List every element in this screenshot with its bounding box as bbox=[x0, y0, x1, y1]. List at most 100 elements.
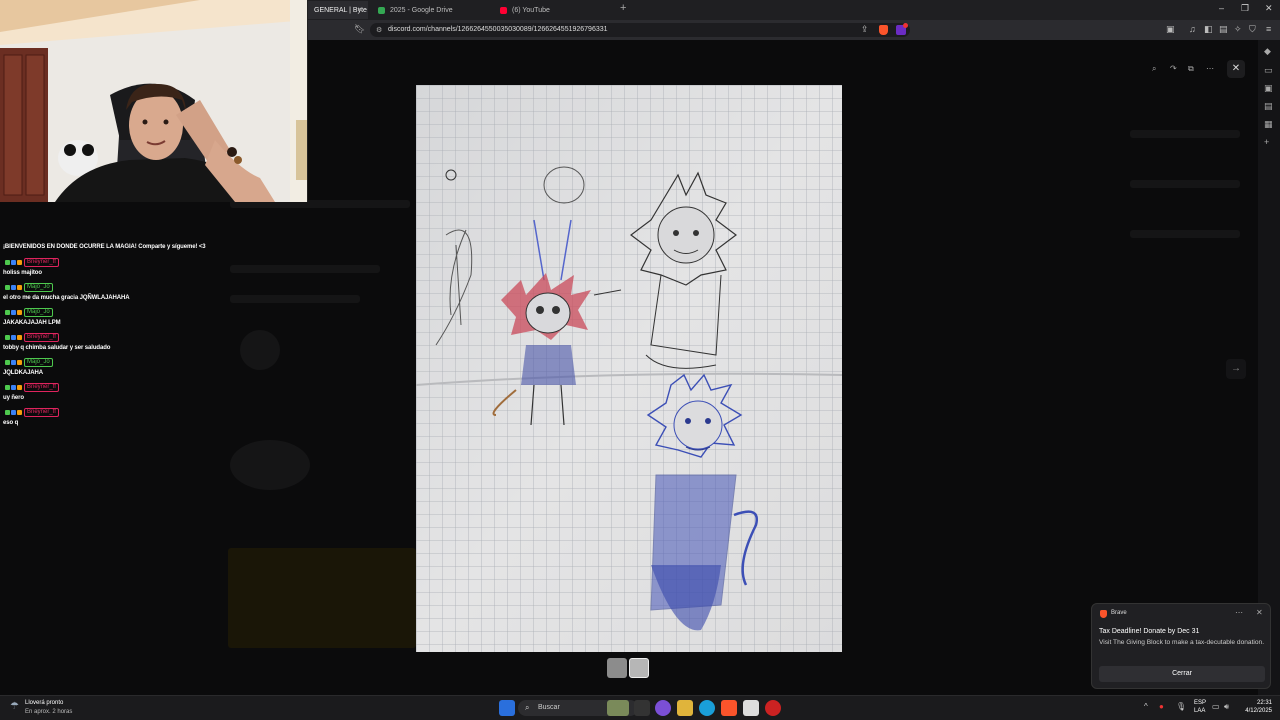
chat-username-row: Majo_Jo bbox=[5, 308, 53, 317]
brave-shields-icon[interactable] bbox=[879, 25, 888, 35]
vpn-icon[interactable]: ⛉ bbox=[1249, 24, 1256, 35]
forward-icon[interactable]: ↷ bbox=[1170, 64, 1177, 73]
volume-icon[interactable]: 🔊︎ bbox=[1224, 702, 1229, 712]
copilot-icon[interactable] bbox=[655, 700, 671, 716]
language-indicator[interactable]: ESP bbox=[1194, 700, 1206, 706]
chat-username: Bneyner_ff bbox=[24, 333, 59, 342]
badge-icon bbox=[11, 385, 16, 390]
close-icon[interactable]: ✕ bbox=[1256, 608, 1263, 617]
leo-icon[interactable]: ◆ bbox=[1264, 46, 1271, 57]
chat-message: eso q bbox=[3, 420, 19, 426]
bookmark-icon[interactable]: 🔖︎ bbox=[354, 24, 365, 35]
chat-message: holiss majitoo bbox=[3, 270, 42, 276]
network-icon[interactable]: ▭ bbox=[1212, 702, 1220, 711]
url-text: discord.com/channels/1266264550035030089… bbox=[388, 26, 608, 33]
next-image-button[interactable]: → bbox=[1226, 359, 1246, 379]
new-tab-button[interactable]: + bbox=[620, 2, 626, 14]
chat-username: Majo_Jo bbox=[24, 308, 53, 317]
tab-general[interactable]: GENERAL | Byte × bbox=[308, 1, 368, 19]
share-icon[interactable]: ⇪ bbox=[861, 24, 869, 35]
tab-google-drive[interactable]: 2025 - Google Drive bbox=[372, 1, 494, 19]
close-tab-icon[interactable]: × bbox=[357, 5, 362, 14]
chat-username-row: Bneyner_ff bbox=[5, 383, 59, 392]
badge-icon bbox=[17, 285, 22, 290]
tray-app-icon[interactable]: ● bbox=[1159, 702, 1164, 711]
chat-username-row: Bneyner_ff bbox=[5, 408, 59, 417]
tab-youtube[interactable]: (6) YouTube bbox=[494, 1, 616, 19]
file-explorer-icon[interactable] bbox=[677, 700, 693, 716]
edge-icon[interactable] bbox=[699, 700, 715, 716]
microphone-icon[interactable]: 🎙︎ bbox=[1176, 702, 1186, 711]
chat-message: uy ñero bbox=[3, 395, 24, 401]
media-icon[interactable]: ♫ bbox=[1189, 24, 1196, 34]
image-viewer-toolbar: ⌕ ↷ ⧉ ⋯ bbox=[1146, 60, 1220, 78]
thumbnail-selected[interactable] bbox=[629, 658, 649, 678]
reading-list-icon[interactable]: ▭ bbox=[1264, 65, 1273, 76]
tab-title: 2025 - Google Drive bbox=[390, 6, 453, 14]
badge-icon bbox=[5, 385, 10, 390]
add-sidebar-icon[interactable]: + bbox=[1264, 137, 1269, 147]
badge-icon bbox=[11, 260, 16, 265]
webcam-overlay bbox=[0, 0, 308, 202]
start-button[interactable] bbox=[499, 700, 515, 716]
badge-icon bbox=[17, 310, 22, 315]
chat-welcome-text: ¡BIENVENIDOS EN DONDE OCURRE LA MAGIA! C… bbox=[3, 244, 206, 250]
bookmarks-icon[interactable]: ▤ bbox=[1264, 101, 1273, 112]
panels-icon[interactable]: ▦ bbox=[1264, 119, 1273, 130]
badge-icon bbox=[5, 360, 10, 365]
arrow-right-icon: → bbox=[1231, 363, 1241, 374]
clock-time[interactable]: 22:31 bbox=[1246, 700, 1272, 706]
chat-message: el otro me da mucha gracia JQÑWLAJAHAHA bbox=[3, 295, 130, 301]
brave-taskbar-icon[interactable] bbox=[721, 700, 737, 716]
close-viewer-button[interactable]: ✕ bbox=[1227, 60, 1245, 78]
webcam-feed bbox=[0, 0, 307, 202]
keyboard-layout[interactable]: LAA bbox=[1194, 708, 1205, 714]
weather-icon[interactable]: ☂ bbox=[10, 701, 19, 712]
menu-icon[interactable]: ≡ bbox=[1266, 24, 1271, 34]
weather-text[interactable]: Lloverá pronto bbox=[25, 700, 63, 706]
more-options-icon[interactable]: ⋯ bbox=[1235, 608, 1243, 617]
restore-icon[interactable]: ❐ bbox=[1241, 3, 1249, 14]
task-view-icon[interactable] bbox=[634, 700, 650, 716]
search-placeholder: Buscar bbox=[538, 704, 560, 711]
badge-icon bbox=[17, 360, 22, 365]
more-options-icon[interactable]: ⋯ bbox=[1206, 64, 1214, 73]
chat-message: JQLDKAJAHA bbox=[3, 370, 44, 376]
clock-date[interactable]: 4/12/2025 bbox=[1240, 708, 1272, 714]
badge-icon bbox=[5, 260, 10, 265]
badge-icon bbox=[5, 285, 10, 290]
notification-toast: Brave ⋯ ✕ Tax Deadline! Donate by Dec 31… bbox=[1091, 603, 1271, 689]
wallet-icon[interactable]: ▤ bbox=[1219, 24, 1228, 35]
address-bar[interactable]: ⚙ discord.com/channels/12662645500350300… bbox=[370, 23, 910, 37]
badge-icon bbox=[11, 335, 16, 340]
store-icon[interactable] bbox=[743, 700, 759, 716]
minimize-icon[interactable]: – bbox=[1219, 3, 1224, 13]
image-thumbnails bbox=[607, 658, 651, 678]
open-external-icon[interactable]: ⧉ bbox=[1188, 64, 1194, 74]
windows-taskbar: ☂ Lloverá pronto En aprox. 2 horas ⌕ Bus… bbox=[0, 695, 1280, 720]
search-highlight-icon[interactable] bbox=[607, 700, 629, 716]
translate-icon[interactable]: ▣ bbox=[1166, 24, 1175, 35]
weather-subtext[interactable]: En aprox. 2 horas bbox=[25, 709, 72, 715]
close-window-icon[interactable]: ✕ bbox=[1265, 3, 1273, 14]
search-icon: ⌕ bbox=[525, 703, 530, 712]
badge-icon bbox=[5, 335, 10, 340]
history-icon[interactable]: ▣ bbox=[1264, 83, 1273, 94]
tray-overflow-icon[interactable]: ^ bbox=[1144, 702, 1148, 711]
tab-title: (6) YouTube bbox=[512, 6, 550, 14]
sidebar-toggle-icon[interactable]: ◧ bbox=[1204, 24, 1213, 35]
site-info-icon[interactable]: ⚙ bbox=[376, 24, 382, 38]
chat-username: Majo_Jo bbox=[24, 283, 53, 292]
zoom-icon[interactable]: ⌕ bbox=[1152, 64, 1156, 74]
attachment-image bbox=[416, 85, 842, 652]
dismiss-button[interactable]: Cerrar bbox=[1099, 666, 1265, 682]
obs-icon[interactable] bbox=[765, 700, 781, 716]
thumbnail[interactable] bbox=[607, 658, 627, 678]
brave-icon bbox=[1100, 610, 1107, 618]
chat-username: Majo_Jo bbox=[24, 358, 53, 367]
notification-body: Visit The Giving Block to make a tax-dec… bbox=[1099, 639, 1265, 646]
brave-rewards-icon[interactable] bbox=[896, 23, 908, 35]
leo-ai-icon[interactable]: ✧ bbox=[1234, 24, 1242, 35]
google-drive-icon bbox=[378, 6, 385, 14]
notification-title: Tax Deadline! Donate by Dec 31 bbox=[1099, 628, 1200, 635]
